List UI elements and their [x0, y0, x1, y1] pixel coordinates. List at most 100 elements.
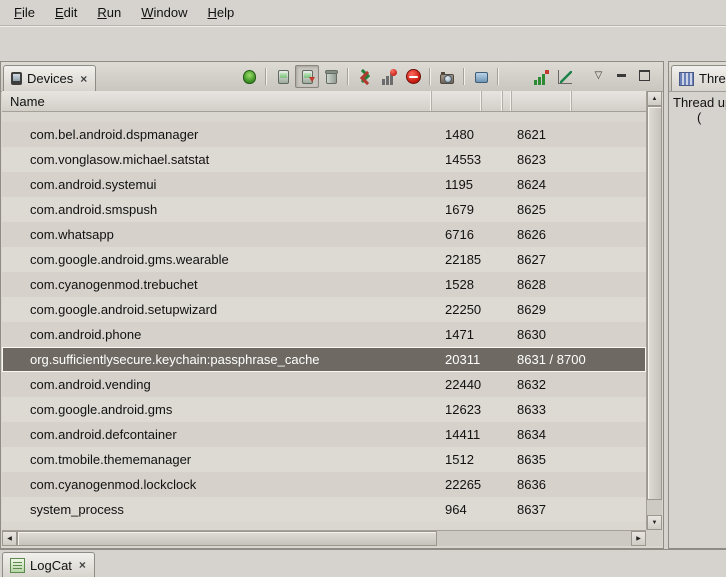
scroll-down-icon[interactable]: ▼ [647, 515, 662, 530]
close-tab-icon[interactable]: × [78, 558, 87, 572]
toolbar-separator [347, 68, 349, 85]
stop-process-icon[interactable] [401, 65, 425, 88]
menu-help[interactable]: Help [197, 2, 244, 23]
process-pid: 14553 [432, 152, 482, 167]
view-menu-icon[interactable]: ▽ [592, 69, 605, 82]
process-name: com.cyanogenmod.lockclock [2, 477, 432, 492]
device-icon [11, 72, 22, 85]
network-stats-icon[interactable] [553, 65, 577, 88]
table-row[interactable]: system_process964 8637 [2, 497, 646, 522]
process-name: com.tmobile.thememanager [2, 452, 432, 467]
column-header [572, 91, 646, 111]
process-pid: 1195 [432, 177, 482, 192]
table-row[interactable]: com.android.phone1471 8630 [2, 322, 646, 347]
table-header: Name [2, 91, 662, 112]
process-pid: 1471 [432, 327, 482, 342]
tab-logcat[interactable]: LogCat × [2, 552, 95, 577]
update-threads-icon[interactable] [353, 65, 377, 88]
threads-message-line: Thread up [673, 95, 726, 110]
vertical-scrollbar[interactable]: ▲ ▼ [646, 91, 662, 530]
process-port: 8630 [511, 327, 621, 342]
logcat-icon [10, 558, 25, 573]
panel-controls: ▽ [592, 69, 651, 82]
tab-threads[interactable]: Threads [671, 65, 726, 91]
devices-toolbar [237, 65, 577, 88]
process-pid: 22250 [432, 302, 482, 317]
column-header[interactable] [512, 91, 572, 111]
column-header-name[interactable]: Name [2, 91, 432, 111]
menu-window[interactable]: Window [131, 2, 197, 23]
threads-content: Thread up( [669, 92, 726, 125]
column-header[interactable] [503, 91, 512, 111]
scroll-up-icon[interactable]: ▲ [647, 91, 662, 106]
table-row[interactable]: com.google.android.setupwizard222508629 [2, 297, 646, 322]
tab-label: Devices [27, 71, 73, 86]
table-row[interactable]: com.google.android.gms126238633 [2, 397, 646, 422]
table-row[interactable]: com.cyanogenmod.lockclock222658636 [2, 472, 646, 497]
horizontal-scrollbar[interactable]: ◀ ▶ [2, 530, 646, 546]
process-name: com.android.phone [2, 327, 432, 342]
column-header[interactable] [482, 91, 503, 111]
horizontal-scrollbar-thumb[interactable] [17, 531, 437, 546]
minimize-icon[interactable] [615, 69, 628, 82]
table-row[interactable]: com.whatsapp67168626 [2, 222, 646, 247]
screen-capture-icon[interactable] [435, 65, 459, 88]
table-row[interactable]: com.vonglasow.michael.satstat14553 8623 [2, 147, 646, 172]
process-name: com.bel.android.dspmanager [2, 127, 432, 142]
process-name: com.android.defcontainer [2, 427, 432, 442]
table-row[interactable]: com.android.smspush1679 8625 [2, 197, 646, 222]
table-row[interactable]: com.tmobile.thememanager1512 8635 [2, 447, 646, 472]
update-heap-icon[interactable] [271, 65, 295, 88]
vertical-scrollbar-thumb[interactable] [647, 106, 662, 500]
main-toolbar [0, 26, 726, 62]
screen-record-icon[interactable] [469, 65, 493, 88]
tab-devices[interactable]: Devices × [3, 65, 96, 91]
dump-hprof-icon[interactable] [295, 65, 319, 88]
menu-run[interactable]: Run [87, 2, 131, 23]
main-area: Devices × ▽ Name com.bel.android.dspmana… [0, 61, 726, 549]
process-table: Name com.bel.android.dspmanager14808621c… [2, 91, 662, 546]
method-profiling-icon[interactable] [377, 65, 401, 88]
process-port: 8633 [511, 402, 621, 417]
devices-panel: Devices × ▽ Name com.bel.android.dspmana… [0, 61, 664, 549]
debug-process-icon[interactable] [237, 65, 261, 88]
process-name: com.android.smspush [2, 202, 432, 217]
process-pid: 12623 [432, 402, 482, 417]
menu-bar: File Edit Run Window Help [0, 0, 726, 26]
menu-file[interactable]: File [4, 2, 45, 23]
bottom-tabbar: LogCat × [0, 549, 726, 577]
table-row[interactable]: com.google.android.gms.wearable221858627 [2, 247, 646, 272]
process-name: com.google.android.setupwizard [2, 302, 432, 317]
process-pid: 22440 [432, 377, 482, 392]
allocation-tracker-icon[interactable] [529, 65, 553, 88]
table-row[interactable]: org.sufficientlysecure.keychain:passphra… [2, 347, 646, 372]
menu-edit[interactable]: Edit [45, 2, 87, 23]
cause-gc-icon[interactable] [319, 65, 343, 88]
table-row[interactable]: com.android.systemui11958624 [2, 172, 646, 197]
process-pid: 1480 [432, 127, 482, 142]
table-row[interactable]: com.bel.android.dspmanager14808621 [2, 122, 646, 147]
process-port: 8637 [511, 502, 621, 517]
table-row[interactable]: com.cyanogenmod.trebuchet15288628 [2, 272, 646, 297]
process-port: 8625 [511, 202, 621, 217]
process-pid: 1679 [432, 202, 482, 217]
process-pid: 1512 [432, 452, 482, 467]
scroll-right-icon[interactable]: ▶ [631, 531, 646, 546]
process-pid: 964 [432, 502, 482, 517]
tab-label: LogCat [30, 558, 72, 573]
toolbar-separator [497, 68, 499, 85]
process-port: 8626 [511, 227, 621, 242]
maximize-icon[interactable] [638, 69, 651, 82]
process-port: 8623 [511, 152, 621, 167]
process-pid: 1528 [432, 277, 482, 292]
scroll-left-icon[interactable]: ◀ [2, 531, 17, 546]
column-header[interactable] [432, 91, 482, 111]
process-port: 8635 [511, 452, 621, 467]
close-tab-icon[interactable]: × [79, 72, 88, 86]
table-row[interactable]: com.android.defcontainer144118634 [2, 422, 646, 447]
process-port: 8627 [511, 252, 621, 267]
table-row[interactable]: com.android.vending224408632 [2, 372, 646, 397]
process-name: system_process [2, 502, 432, 517]
process-name: com.cyanogenmod.trebuchet [2, 277, 432, 292]
process-name: com.vonglasow.michael.satstat [2, 152, 432, 167]
